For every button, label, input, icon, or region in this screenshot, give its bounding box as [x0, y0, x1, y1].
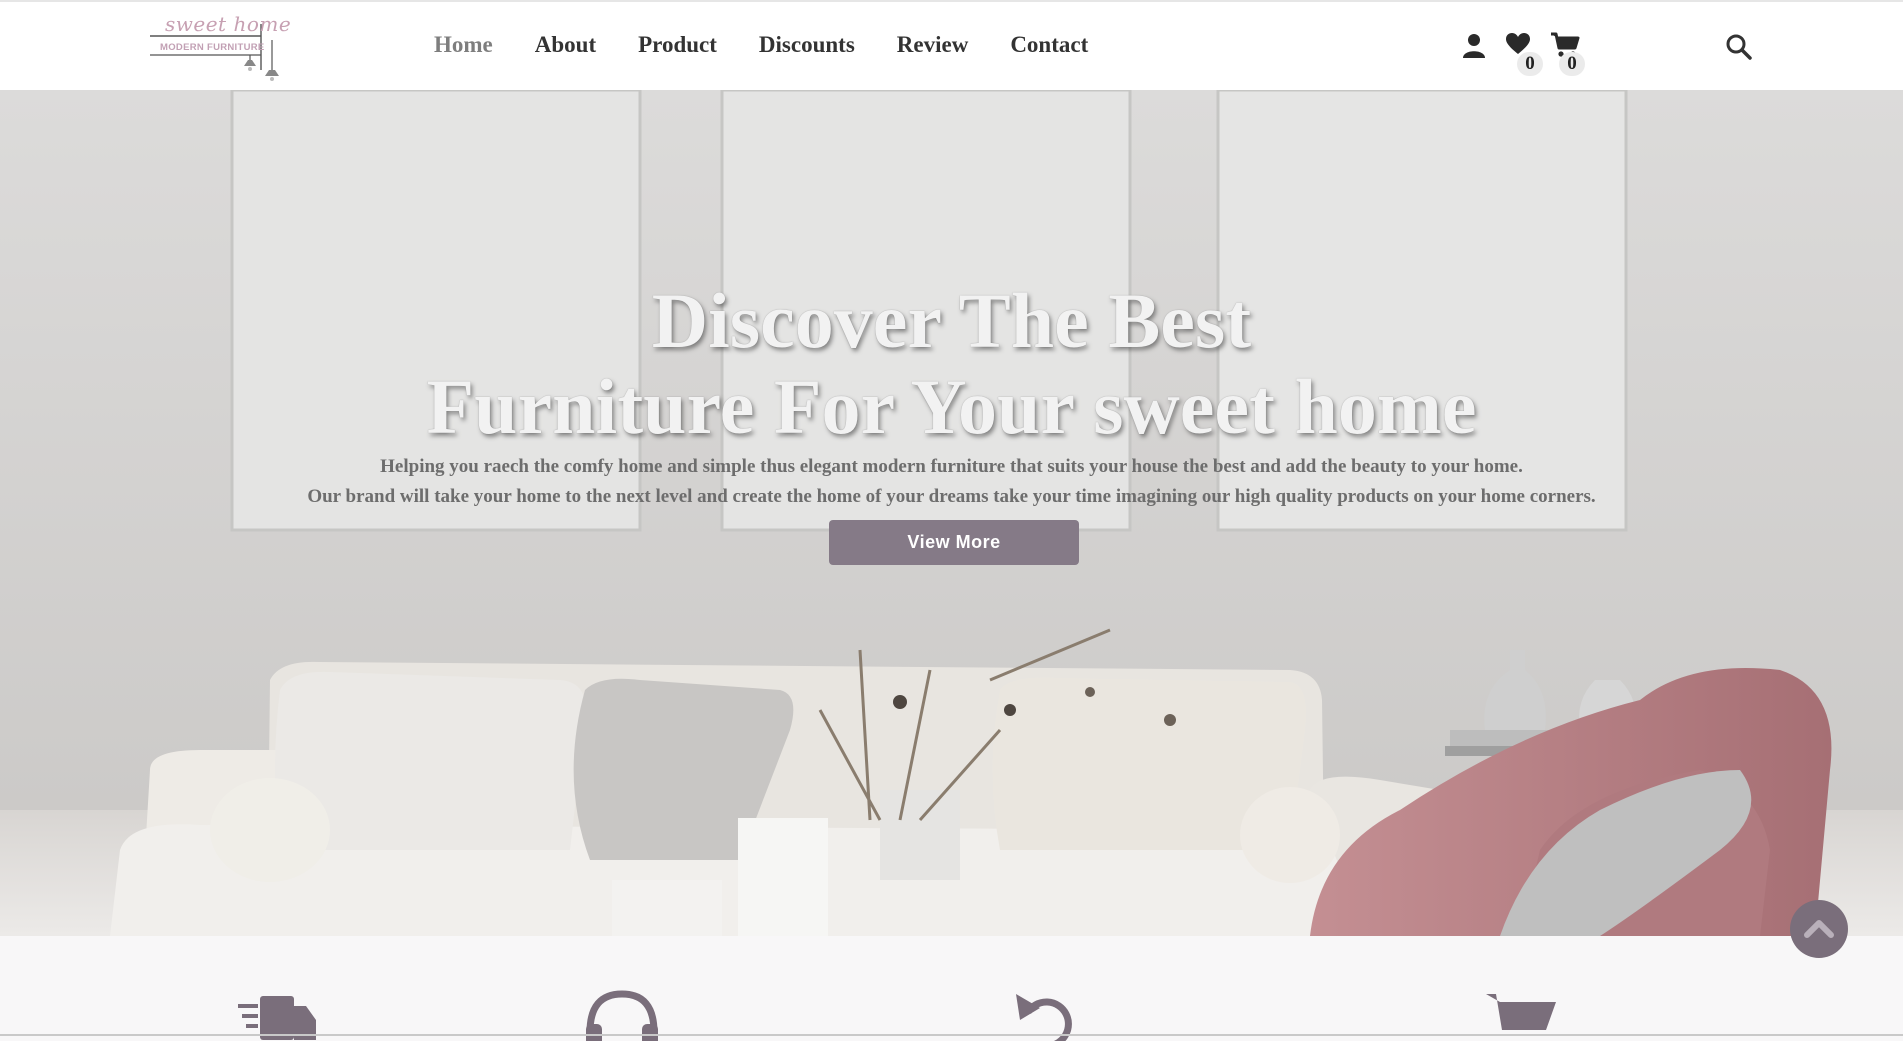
cart-count-badge: 0: [1559, 52, 1585, 76]
nav-discounts[interactable]: Discounts: [759, 32, 855, 62]
undo-icon: [1006, 986, 1086, 1041]
hero-description-line1: Helping you raech the comfy home and sim…: [380, 456, 1523, 477]
wishlist-count-badge: 0: [1517, 52, 1543, 76]
main-nav: Home About Product Discounts Review Cont…: [434, 32, 1130, 62]
hero-title-line1: Discover The Best: [651, 277, 1252, 364]
logo-script-text: sweet home: [165, 12, 292, 36]
logo-subtitle: MODERN FURNITURE: [160, 42, 265, 53]
cart-button[interactable]: 0: [1550, 32, 1585, 76]
hero-banner: Discover The Best Furniture For Your swe…: [0, 90, 1903, 936]
nav-contact[interactable]: Contact: [1010, 32, 1088, 62]
page-bottom-edge: [0, 1034, 1903, 1036]
nav-product[interactable]: Product: [638, 32, 717, 62]
nav-about[interactable]: About: [535, 32, 596, 62]
chevron-up-icon: [1804, 920, 1834, 938]
hero-description-line2: Our brand will take your home to the nex…: [307, 486, 1596, 507]
nav-home[interactable]: Home: [434, 32, 493, 62]
scroll-to-top-button[interactable]: [1790, 900, 1848, 958]
site-header: sweet home MODERN FURNITURE Home About P…: [0, 0, 1903, 90]
brand-logo[interactable]: sweet home MODERN FURNITURE: [148, 10, 298, 86]
hero-background-image: [0, 90, 1903, 936]
hero-title-line2: Furniture For Your sweet home: [426, 363, 1477, 450]
view-more-button[interactable]: View More: [829, 520, 1079, 565]
features-strip: [0, 936, 1903, 1041]
search-icon[interactable]: [1726, 34, 1754, 62]
wishlist-button[interactable]: 0: [1505, 32, 1543, 76]
user-icon[interactable]: [1462, 32, 1490, 60]
nav-review[interactable]: Review: [897, 32, 969, 62]
